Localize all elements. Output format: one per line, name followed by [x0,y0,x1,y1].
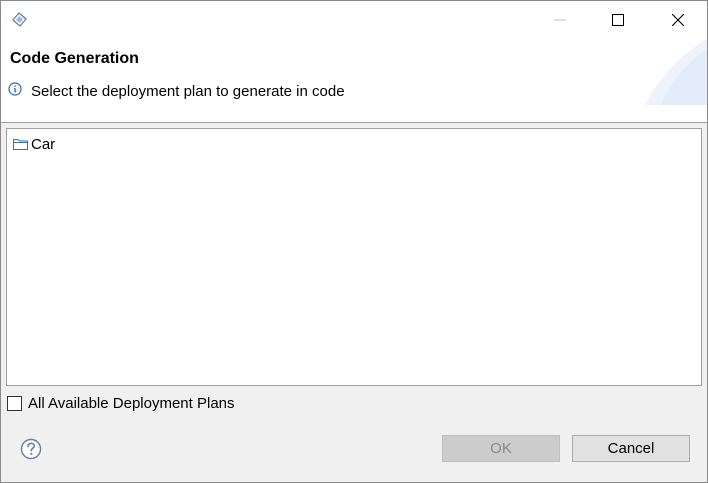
close-button[interactable] [649,1,707,39]
maximize-icon [612,14,624,26]
header-message: Select the deployment plan to generate i… [31,83,345,100]
tree-item-car[interactable]: Car [13,134,55,154]
page-title: Code Generation [10,50,139,67]
all-plans-checkbox[interactable] [7,395,22,411]
dialog-header: Code Generation Select the deployment pl… [1,39,707,123]
maximize-button[interactable] [589,1,647,39]
deployment-plan-tree[interactable]: Car [6,128,702,386]
ok-button[interactable]: OK [442,435,560,462]
info-icon [8,82,22,96]
cancel-button[interactable]: Cancel [572,435,690,462]
close-icon [672,14,684,26]
code-generation-dialog: Code Generation Select the deployment pl… [0,0,708,483]
all-plans-label[interactable]: All Available Deployment Plans [28,395,235,412]
all-plans-option[interactable]: All Available Deployment Plans [7,393,235,413]
minimize-icon [554,19,566,21]
banner-graphic [645,39,707,105]
title-bar[interactable] [1,1,707,39]
tree-item-label: Car [31,135,56,153]
app-icon [12,12,27,27]
minimize-button[interactable] [531,1,589,39]
folder-icon [13,139,28,150]
help-icon[interactable] [20,438,42,460]
